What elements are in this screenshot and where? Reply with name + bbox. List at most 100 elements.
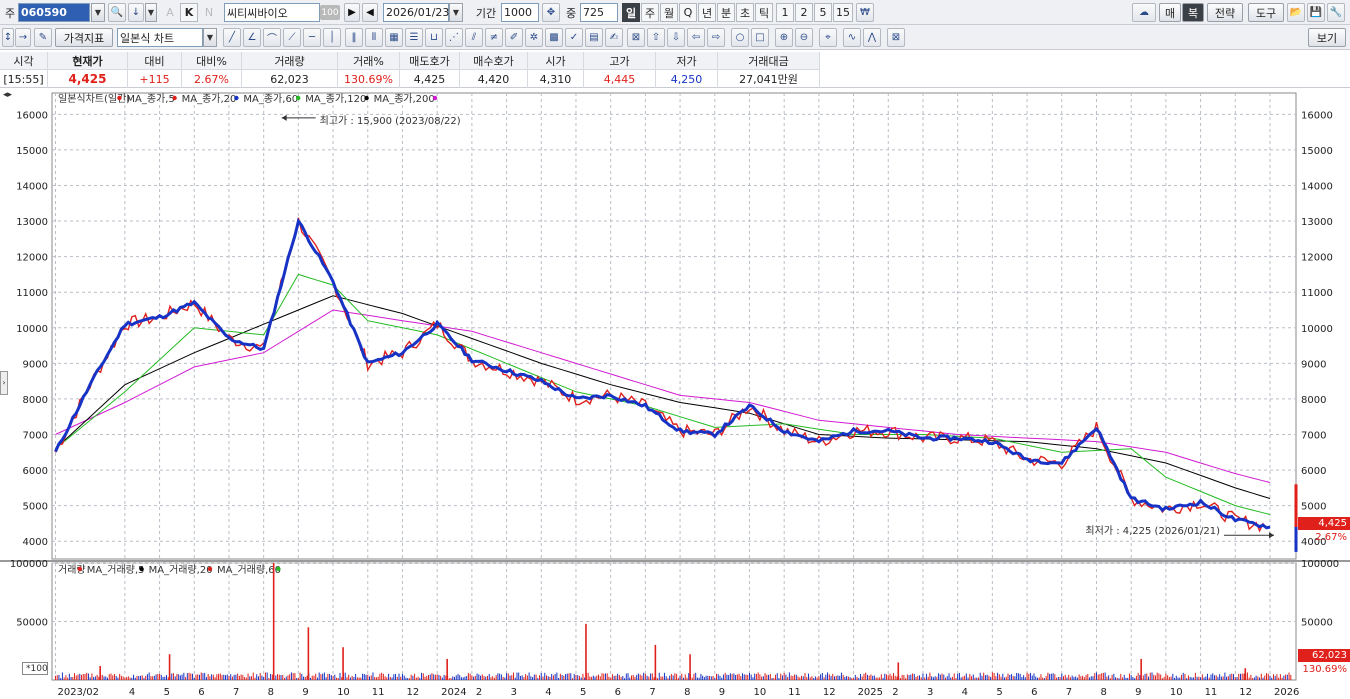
scroll-right-icon[interactable]: →: [15, 28, 31, 47]
chart-canvas[interactable]: 4000 40005000 50006000 60007000 70008000 8000…: [0, 89, 1350, 699]
magic-icon[interactable]: ✲: [525, 28, 543, 47]
angle-icon[interactable]: ∠: [243, 28, 261, 47]
text-edit-icon[interactable]: ✍: [605, 28, 623, 47]
price-unit-icon[interactable]: ₩: [856, 3, 874, 22]
brush-icon[interactable]: ✓: [565, 28, 583, 47]
cycle-lines-icon[interactable]: ‖: [345, 28, 363, 47]
date-tick-label: 2025: [858, 687, 883, 698]
updown-arrow-icon[interactable]: ↕: [2, 28, 14, 47]
date-tick-label: 3: [927, 687, 933, 698]
tab-15[interactable]: 15: [833, 3, 853, 22]
volume-legend-swatch: [207, 566, 213, 572]
crosshair-icon[interactable]: ⌖: [819, 28, 837, 47]
count-input[interactable]: 725: [580, 3, 618, 22]
arrow-up-icon[interactable]: ⇧: [647, 28, 665, 47]
stock-chart[interactable]: 4000 4000 5000 5000 6000 6000 7000 7000 8000 8000…: [0, 89, 1350, 699]
horizontal-line-icon[interactable]: ─: [303, 28, 321, 47]
next-arrow-icon[interactable]: ▶: [344, 3, 360, 22]
retracement-icon[interactable]: ☰: [405, 28, 423, 47]
circle-icon[interactable]: ○: [731, 28, 749, 47]
view-button[interactable]: 보기: [1308, 28, 1346, 47]
change-pct-tag: 2.67%: [1315, 532, 1347, 543]
tab-weekly[interactable]: 주: [641, 3, 659, 22]
arrow-right-icon[interactable]: ⇨: [707, 28, 725, 47]
color-palette-icon[interactable]: ▩: [545, 28, 563, 47]
vertical-line-icon[interactable]: │: [323, 28, 341, 47]
clear-drawings-icon[interactable]: ⊠: [887, 28, 905, 47]
market-a-toggle[interactable]: A: [162, 3, 178, 22]
quote-header-open: 시가: [528, 52, 584, 70]
tools-button[interactable]: 도구: [1248, 3, 1284, 22]
panel-resize-icon[interactable]: ◂▸: [0, 89, 14, 102]
tab-second[interactable]: 초: [736, 3, 754, 22]
tab-tick[interactable]: 틱: [755, 3, 773, 22]
tab-quarterly[interactable]: Q: [679, 3, 697, 22]
delete-icon[interactable]: ⊠: [627, 28, 645, 47]
multi-button[interactable]: 복: [1182, 3, 1204, 22]
chart-type-dropdown-icon[interactable]: ▼: [203, 28, 217, 47]
price-legend-label: MA_종가,20: [182, 93, 237, 105]
period-input[interactable]: 1000: [501, 3, 539, 22]
tab-5[interactable]: 5: [814, 3, 832, 22]
speed-lines-icon[interactable]: ⊔: [425, 28, 443, 47]
side-panel-toggle[interactable]: ›: [0, 371, 8, 395]
strategy-button[interactable]: 전략: [1207, 3, 1243, 22]
quote-high: 4,445: [584, 70, 656, 88]
zoom-out-icon[interactable]: ⊖: [795, 28, 813, 47]
date-tick-label: 7: [649, 687, 655, 698]
date-input[interactable]: 2026/01/23: [383, 3, 449, 22]
market-n-toggle[interactable]: N: [202, 3, 216, 22]
price-tick-right: 11000: [1301, 288, 1333, 299]
calendar-dropdown-icon[interactable]: ▼: [449, 3, 463, 22]
wrench-icon[interactable]: 🔧: [1327, 3, 1345, 22]
tab-1[interactable]: 1: [776, 3, 794, 22]
grid-icon[interactable]: ▦: [385, 28, 403, 47]
sort-icon[interactable]: ↓: [128, 3, 144, 22]
chart-type-select[interactable]: 일본식 차트: [117, 28, 203, 47]
sort-dropdown-icon[interactable]: ▼: [145, 3, 157, 22]
folder-icon[interactable]: 📂: [1287, 3, 1305, 22]
zoom-move-icon[interactable]: ✥: [542, 3, 560, 22]
cloud-icon[interactable]: ☁: [1132, 3, 1156, 22]
zigzag-icon[interactable]: ⋀: [863, 28, 881, 47]
date-tick-label: 4: [129, 687, 135, 698]
stock-name-field[interactable]: 씨티씨바이오: [224, 3, 320, 22]
note-icon[interactable]: ▤: [585, 28, 603, 47]
fan-icon[interactable]: ⟋: [283, 28, 301, 47]
arrow-down-icon[interactable]: ⇩: [667, 28, 685, 47]
quote-time: [15:55]: [0, 70, 48, 88]
code-type-label[interactable]: 주: [2, 3, 18, 22]
channel-icon[interactable]: ⫽: [465, 28, 483, 47]
andrews-icon[interactable]: ⋰: [445, 28, 463, 47]
pencil-icon[interactable]: ✐: [505, 28, 523, 47]
search-icon[interactable]: 🔍: [108, 3, 126, 22]
rectangle-icon[interactable]: □: [751, 28, 769, 47]
volume-ratio-tag: 130.69%: [1302, 664, 1348, 675]
date-tick-label: 10: [337, 687, 350, 698]
wave-icon[interactable]: ∿: [843, 28, 861, 47]
zoom-in-icon[interactable]: ⊕: [775, 28, 793, 47]
arc-icon[interactable]: ⌒: [263, 28, 281, 47]
trendline-icon[interactable]: ╱: [223, 28, 241, 47]
parallel-icon[interactable]: ≠: [485, 28, 503, 47]
prev-arrow-icon[interactable]: ◀: [362, 3, 378, 22]
stock-code-input[interactable]: 060590: [18, 3, 90, 22]
tab-monthly[interactable]: 월: [660, 3, 678, 22]
market-k-toggle[interactable]: K: [180, 3, 198, 22]
price-indicator-button[interactable]: 가격지표: [55, 28, 113, 47]
edit-icon[interactable]: ✎: [34, 28, 52, 47]
price-tick-left: 15000: [16, 146, 48, 157]
quote-header-high: 고가: [584, 52, 656, 70]
code-dropdown-icon[interactable]: ▼: [91, 3, 105, 22]
fibonacci-time-icon[interactable]: ⫴: [365, 28, 383, 47]
tab-2[interactable]: 2: [795, 3, 813, 22]
save-icon[interactable]: 💾: [1307, 3, 1325, 22]
tab-daily[interactable]: 일: [622, 3, 640, 22]
price-legend-label: MA_종가,120: [305, 93, 366, 105]
buy-button[interactable]: 매: [1159, 3, 1181, 22]
arrow-left-icon[interactable]: ⇦: [687, 28, 705, 47]
tab-yearly[interactable]: 년: [698, 3, 716, 22]
tab-minute[interactable]: 분: [717, 3, 735, 22]
price-legend-swatch: [234, 95, 239, 101]
price-tick-right: 9000: [1301, 359, 1326, 370]
